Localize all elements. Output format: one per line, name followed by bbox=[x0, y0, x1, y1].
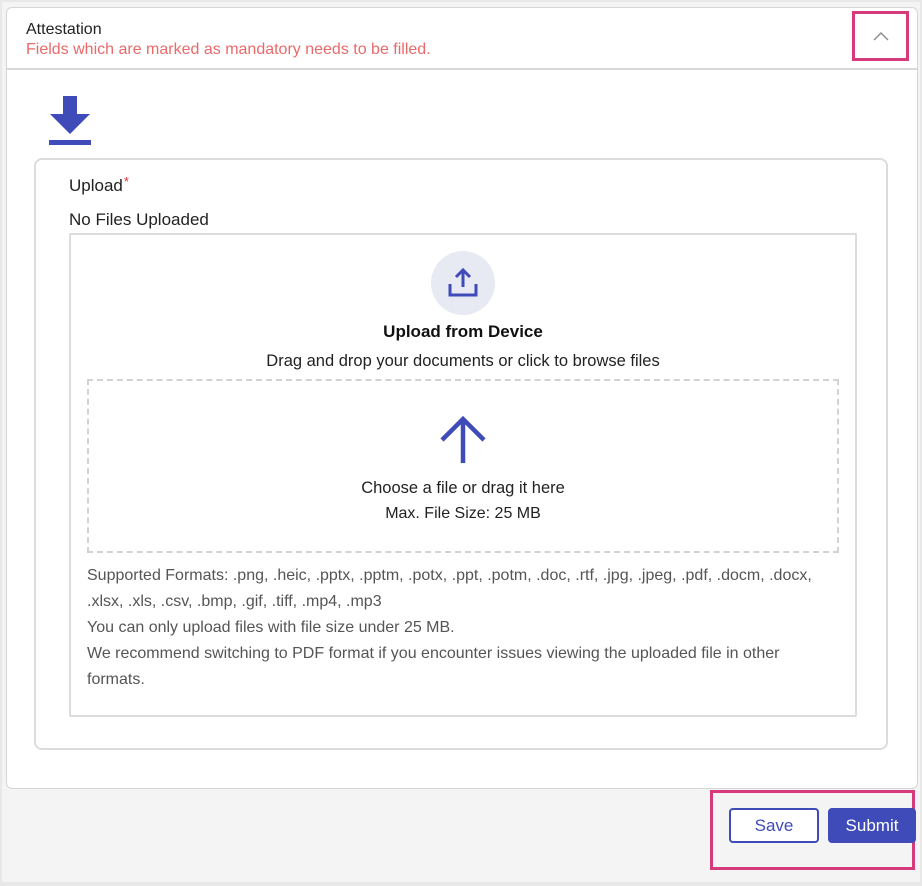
upload-label-text: Upload bbox=[69, 176, 123, 195]
arrow-up-icon bbox=[440, 415, 486, 463]
submit-button[interactable]: Submit bbox=[828, 808, 916, 843]
section-title: Attestation bbox=[26, 21, 102, 38]
upload-status: No Files Uploaded bbox=[69, 210, 209, 229]
mandatory-fields-warning: Fields which are marked as mandatory nee… bbox=[26, 41, 431, 58]
upload-from-device-button[interactable] bbox=[431, 251, 495, 315]
upload-help-text: Supported Formats: .png, .heic, .pptx, .… bbox=[87, 563, 839, 693]
attestation-card: Attestation Fields which are marked as m… bbox=[6, 7, 918, 789]
upload-from-device-title: Upload from Device bbox=[383, 322, 543, 341]
download-icon[interactable] bbox=[48, 96, 92, 146]
upload-tray-icon bbox=[448, 267, 478, 297]
upload-label: Upload* bbox=[69, 174, 129, 196]
max-file-size: Max. File Size: 25 MB bbox=[385, 505, 541, 522]
size-limit-note: You can only upload files with file size… bbox=[87, 619, 455, 636]
chevron-up-icon bbox=[873, 32, 888, 41]
upload-panel: Upload* No Files Uploaded Upload from De… bbox=[34, 158, 888, 750]
dropzone-text: Choose a file or drag it here bbox=[361, 479, 565, 497]
pdf-recommendation: We recommend switching to PDF format if … bbox=[87, 645, 780, 688]
collapse-button[interactable] bbox=[852, 11, 909, 61]
upload-box: Upload from Device Drag and drop your do… bbox=[69, 233, 857, 717]
supported-formats: Supported Formats: .png, .heic, .pptx, .… bbox=[87, 567, 812, 610]
card-header[interactable]: Attestation Fields which are marked as m… bbox=[7, 8, 917, 70]
save-button[interactable]: Save bbox=[729, 808, 819, 843]
required-marker: * bbox=[123, 174, 129, 189]
upload-instructions: Drag and drop your documents or click to… bbox=[266, 352, 660, 370]
file-dropzone[interactable]: Choose a file or drag it here Max. File … bbox=[87, 379, 839, 553]
